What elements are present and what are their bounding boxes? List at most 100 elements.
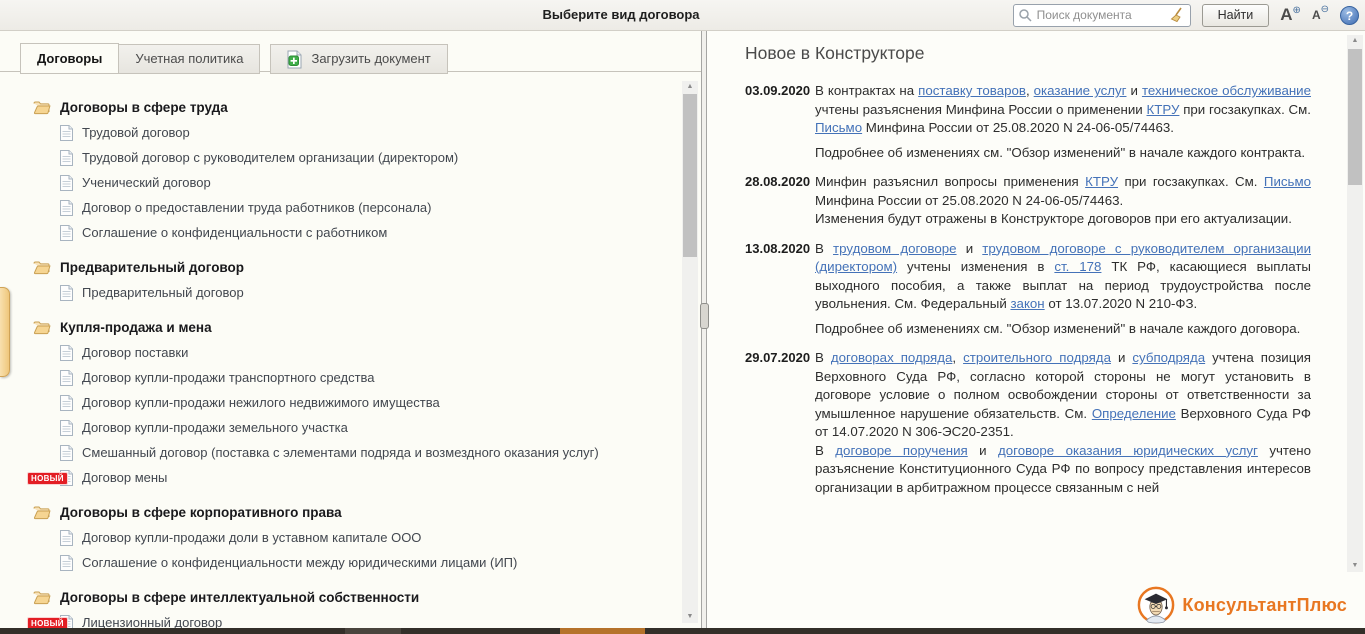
- tree-section: Купля-продажа и менаДоговор поставки Дого…: [33, 315, 679, 490]
- news-paragraph: Изменения будут отражены в Конструкторе …: [815, 210, 1311, 229]
- news-link[interactable]: оказание услуг: [1034, 83, 1127, 98]
- news-link[interactable]: строительного подряда: [963, 350, 1111, 365]
- news-link[interactable]: трудовом договоре: [833, 241, 957, 256]
- tree-section-header[interactable]: Предварительный договор: [33, 255, 679, 280]
- tree-item-label: Договор купли-продажи земельного участка: [82, 420, 348, 435]
- news-entry-date: 03.09.2020: [745, 82, 815, 162]
- scrollbar-thumb[interactable]: [1348, 49, 1362, 185]
- document-icon: [60, 225, 73, 241]
- scroll-down-icon[interactable]: ▼: [1347, 560, 1363, 572]
- news-link[interactable]: Определение: [1092, 406, 1176, 421]
- news-entry: 28.08.2020Минфин разъяснил вопросы приме…: [745, 173, 1311, 229]
- search-icon: [1018, 8, 1032, 22]
- news-paragraph: Минфин разъяснил вопросы применения КТРУ…: [815, 173, 1311, 210]
- news-link[interactable]: техническое обслуживание: [1142, 83, 1311, 98]
- news-link[interactable]: Письмо: [1264, 174, 1311, 189]
- tree-item[interactable]: Договор купли-продажи земельного участка: [33, 415, 679, 440]
- news-entry: 29.07.2020В договорах подряда, строитель…: [745, 349, 1311, 497]
- tree-item[interactable]: Ученический договор: [33, 170, 679, 195]
- news-link[interactable]: договоре оказания юридических услуг: [998, 443, 1258, 458]
- tree-item[interactable]: Договор поставки: [33, 340, 679, 365]
- find-button[interactable]: Найти: [1202, 4, 1270, 27]
- news-entry-body: В трудовом договоре и трудовом договоре …: [815, 240, 1311, 339]
- panel-splitter[interactable]: [701, 31, 707, 628]
- news-link[interactable]: ст. 178: [1054, 259, 1101, 274]
- news-entry-date: 29.07.2020: [745, 349, 815, 497]
- font-decrease-icon[interactable]: A⊖: [1312, 7, 1329, 23]
- tree-item[interactable]: Договор купли-продажи транспортного сред…: [33, 365, 679, 390]
- news-entry-body: Минфин разъяснил вопросы применения КТРУ…: [815, 173, 1311, 229]
- tree-item[interactable]: Смешанный договор (поставка с элементами…: [33, 440, 679, 465]
- help-icon[interactable]: ?: [1340, 6, 1359, 25]
- logo-text: КонсультантПлюс: [1182, 595, 1347, 616]
- tab-uchetnaya-politika[interactable]: Учетная политика: [119, 44, 260, 74]
- taskbar-strip: [0, 628, 1365, 634]
- news-entry: 13.08.2020В трудовом договоре и трудовом…: [745, 240, 1311, 339]
- document-icon: [60, 125, 73, 141]
- tab-zagruzit-dokument[interactable]: Загрузить документ: [270, 44, 447, 74]
- news-link[interactable]: поставку товаров: [918, 83, 1026, 98]
- tree-item-label: Предварительный договор: [82, 285, 244, 300]
- news-entry-body: В договорах подряда, строительного подря…: [815, 349, 1311, 497]
- news-link[interactable]: КТРУ: [1147, 102, 1180, 117]
- document-icon: [60, 285, 73, 301]
- news-entry-date: 13.08.2020: [745, 240, 815, 339]
- news-paragraph: Подробнее об изменениях см. "Обзор измен…: [815, 144, 1311, 163]
- news-entry: 03.09.2020В контрактах на поставку товар…: [745, 82, 1311, 162]
- tree-section-title: Договоры в сфере труда: [60, 100, 228, 115]
- tree-item[interactable]: Трудовой договор с руководителем организ…: [33, 145, 679, 170]
- clear-search-icon[interactable]: [1170, 7, 1186, 23]
- news-paragraph: В трудовом договоре и трудовом договоре …: [815, 240, 1311, 314]
- scroll-down-icon[interactable]: ▼: [682, 611, 698, 623]
- tree-item-label: Трудовой договор с руководителем организ…: [82, 150, 458, 165]
- tree-item[interactable]: Договор о предоставлении труда работнико…: [33, 195, 679, 220]
- tree-item[interactable]: Соглашение о конфиденциальности между юр…: [33, 550, 679, 575]
- news-link[interactable]: договорах подряда: [831, 350, 953, 365]
- news-paragraph: В договорах подряда, строительного подря…: [815, 349, 1311, 442]
- document-icon: [60, 530, 73, 546]
- tree-item-label: Договор о предоставлении труда работнико…: [82, 200, 431, 215]
- tree-section-header[interactable]: Купля-продажа и мена: [33, 315, 679, 340]
- tree-item-label: Смешанный договор (поставка с элементами…: [82, 445, 599, 460]
- scrollbar-thumb[interactable]: [683, 94, 697, 257]
- news-link[interactable]: Письмо: [815, 120, 862, 135]
- news-entry-date: 28.08.2020: [745, 173, 815, 229]
- news-paragraph: В контрактах на поставку товаров, оказан…: [815, 82, 1311, 138]
- news-paragraph: Подробнее об изменениях см. "Обзор измен…: [815, 320, 1311, 339]
- search-input[interactable]: [1035, 7, 1170, 23]
- document-icon: [60, 200, 73, 216]
- new-badge: НОВЫЙ: [28, 473, 67, 484]
- scroll-up-icon[interactable]: ▲: [1347, 35, 1363, 47]
- tree-section: Договоры в сфере труда Трудовой договор Тр…: [33, 95, 679, 245]
- tree-item-label: Договор купли-продажи транспортного сред…: [82, 370, 375, 385]
- document-icon: [60, 370, 73, 386]
- news-link[interactable]: договоре поручения: [835, 443, 967, 458]
- news-link[interactable]: закон: [1010, 296, 1044, 311]
- tree-item-label: Трудовой договор: [82, 125, 190, 140]
- tree-scrollbar[interactable]: ▲ ▼: [682, 81, 698, 623]
- tree-item[interactable]: Трудовой договор: [33, 120, 679, 145]
- tree-section: Договоры в сфере корпоративного праваДог…: [33, 500, 679, 575]
- taskbar-segment: [345, 628, 401, 634]
- side-flyout-handle[interactable]: [0, 287, 10, 377]
- news-scrollbar[interactable]: ▲ ▼: [1347, 35, 1363, 572]
- news-link[interactable]: КТРУ: [1085, 174, 1118, 189]
- tree-item[interactable]: Соглашение о конфиденциальности с работн…: [33, 220, 679, 245]
- scroll-up-icon[interactable]: ▲: [682, 81, 698, 93]
- news-link[interactable]: субподряда: [1132, 350, 1205, 365]
- tree-item[interactable]: Договор купли-продажи нежилого недвижимо…: [33, 390, 679, 415]
- splitter-handle[interactable]: [700, 303, 709, 329]
- tab-dogovory[interactable]: Договоры: [20, 43, 119, 74]
- folder-icon: [33, 100, 51, 115]
- document-icon: [60, 345, 73, 361]
- tree-section-header[interactable]: Договоры в сфере интеллектуальной собств…: [33, 585, 679, 610]
- tree-item[interactable]: НОВЫЙЛицензионный договор: [33, 610, 679, 628]
- tree-item[interactable]: НОВЫЙДоговор мены: [33, 465, 679, 490]
- document-icon: [60, 420, 73, 436]
- tree-item[interactable]: Предварительный договор: [33, 280, 679, 305]
- contract-tree: Договоры в сфере труда Трудовой договор Тр…: [0, 72, 679, 628]
- tree-item[interactable]: Договор купли-продажи доли в уставном ка…: [33, 525, 679, 550]
- tree-section-header[interactable]: Договоры в сфере корпоративного права: [33, 500, 679, 525]
- font-increase-icon[interactable]: A⊕: [1280, 6, 1301, 24]
- tree-section-header[interactable]: Договоры в сфере труда: [33, 95, 679, 120]
